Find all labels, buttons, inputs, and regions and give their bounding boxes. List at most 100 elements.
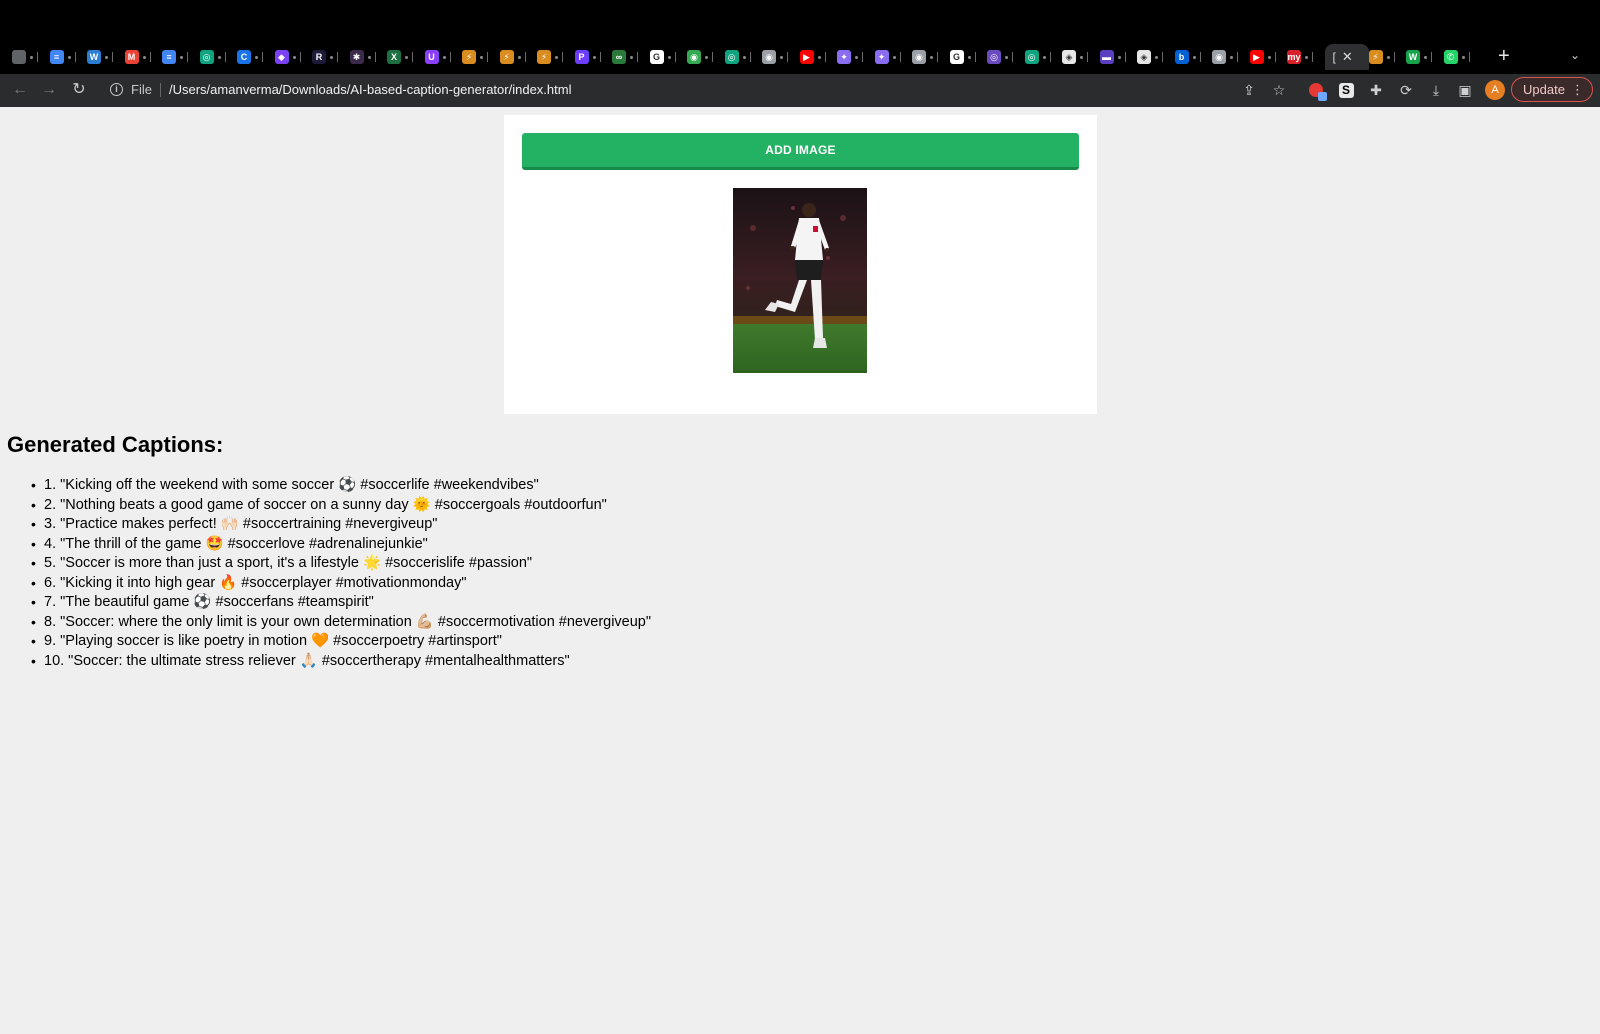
add-image-button[interactable]: ADD IMAGE: [522, 133, 1079, 170]
browser-tab-18[interactable]: ◉: [687, 44, 725, 70]
tab-separator: [937, 52, 938, 62]
browser-tab-14[interactable]: ⚡: [537, 44, 575, 70]
gemini-icon: ✦: [837, 50, 851, 64]
browser-tab-9[interactable]: ✱: [349, 44, 388, 70]
caption-item: 1. "Kicking off the weekend with some so…: [31, 476, 651, 496]
browser-toolbar: ← → ↻ i File /Users/amanverma/Downloads/…: [0, 74, 1600, 107]
side-panel-icon[interactable]: ▣: [1456, 81, 1474, 99]
forward-arrow-icon[interactable]: →: [40, 81, 58, 99]
back-arrow-icon[interactable]: ←: [11, 81, 29, 99]
browser-tab-3[interactable]: M: [124, 44, 163, 70]
tab-indicator: [817, 55, 821, 59]
tab-indicator: [142, 55, 146, 59]
browser-tab-22[interactable]: ✦: [837, 44, 875, 70]
browser-tab-16[interactable]: ∞: [612, 44, 650, 70]
browser-chrome: ≡ W M ≡ ◎ C ◆ R ✱ X U ⚡ ⚡ ⚡ P ∞ G ◉ ◎ ◉ ▶ ✦ ✦ ◉ G ◎ ◎ ◈ ▬ ◈ b ◉ ▶ my[✕ ⚡ W ✆…: [0, 0, 1600, 107]
browser-tab-1[interactable]: ≡: [49, 44, 88, 70]
extensions-puzzle-icon[interactable]: ✚: [1367, 81, 1385, 99]
browser-tab-20[interactable]: ◉: [762, 44, 800, 70]
download-icon[interactable]: ⤓: [1427, 81, 1445, 99]
browser-tab-34[interactable]: my: [1287, 44, 1325, 70]
browser-tab-21[interactable]: ▶: [799, 44, 838, 70]
browser-tab-28[interactable]: ◈: [1062, 44, 1100, 70]
browser-tab-29[interactable]: ▬: [1099, 44, 1138, 70]
url-separator: [160, 83, 161, 97]
tab-separator: [824, 52, 826, 62]
browser-tab-after-1[interactable]: W: [1406, 44, 1444, 70]
share-icon[interactable]: ⇪: [1240, 81, 1258, 99]
tab-indicator: [217, 55, 221, 59]
u-icon: U: [424, 50, 439, 64]
caption-item: 8. "Soccer: where the only limit is your…: [31, 613, 651, 633]
browser-tab-32[interactable]: ◉: [1212, 44, 1250, 70]
browser-tab-5[interactable]: ◎: [199, 44, 238, 70]
more-menu-icon[interactable]: ⋮: [1571, 78, 1584, 101]
tab-separator: [1274, 52, 1276, 62]
extension-red-icon[interactable]: [1307, 81, 1327, 101]
tab-indicator: [105, 55, 108, 59]
tab-indicator: [30, 55, 33, 59]
tab-indicator: [255, 55, 258, 59]
browser-tab-19[interactable]: ◎: [724, 44, 763, 70]
close-tab-icon[interactable]: ✕: [1342, 49, 1353, 65]
tab-indicator: [742, 55, 746, 59]
tab-separator: [37, 52, 38, 62]
tab-indicator: [1192, 55, 1196, 59]
browser-tab-active[interactable]: [✕: [1324, 44, 1369, 70]
browser-tab-10[interactable]: X: [387, 44, 425, 70]
extension-s-icon[interactable]: S: [1337, 81, 1355, 99]
tab-indicator: [1424, 55, 1427, 59]
browser-tab-8[interactable]: R: [312, 44, 350, 70]
browser-tab-15[interactable]: P: [574, 44, 613, 70]
bookmark-star-icon[interactable]: ☆: [1270, 81, 1288, 99]
infinity-icon: ∞: [612, 50, 626, 64]
caption-item: 2. "Nothing beats a good game of soccer …: [31, 496, 651, 516]
tab-separator: [1237, 52, 1238, 62]
tab-separator: [787, 52, 788, 62]
browser-tab-17[interactable]: G: [649, 44, 688, 70]
slack-icon: ✱: [349, 50, 364, 64]
browser-tab-26[interactable]: ◎: [987, 44, 1025, 70]
tab-search-button[interactable]: ⌄: [1570, 48, 1580, 62]
sync-extension-icon[interactable]: ⟳: [1397, 81, 1415, 99]
browser-tab-13[interactable]: ⚡: [499, 44, 538, 70]
tab-indicator: [780, 55, 783, 59]
chatgpt-icon: ◎: [199, 50, 214, 64]
tab-separator: [1431, 52, 1432, 62]
excel-icon: X: [387, 50, 401, 64]
browser-tab-11[interactable]: U: [424, 44, 463, 70]
browser-tab-after-0[interactable]: ⚡: [1368, 44, 1407, 70]
update-button[interactable]: Update ⋮: [1511, 77, 1593, 102]
tab-separator: [299, 52, 301, 62]
tab-indicator: [892, 55, 896, 59]
browser-tab-4[interactable]: ≡: [162, 44, 200, 70]
browser-tab-23[interactable]: ✦: [874, 44, 913, 70]
browser-tab-7[interactable]: ◆: [274, 44, 313, 70]
profile-avatar[interactable]: A: [1485, 80, 1505, 100]
browser-tab-33[interactable]: ▶: [1249, 44, 1288, 70]
chrome-icon: [12, 50, 26, 64]
reload-icon[interactable]: ↻: [70, 81, 88, 99]
new-tab-button[interactable]: +: [1498, 46, 1510, 66]
tab-separator: [899, 52, 901, 62]
tab-separator: [1124, 52, 1126, 62]
browser-tab-0[interactable]: [12, 44, 50, 70]
browser-tab-31[interactable]: b: [1174, 44, 1213, 70]
tab-indicator: [67, 55, 71, 59]
upload-card: ADD IMAGE: [504, 115, 1097, 414]
browser-tab-after-2[interactable]: ✆: [1443, 44, 1482, 70]
google-icon: G: [649, 50, 664, 64]
browser-tab-6[interactable]: C: [237, 44, 275, 70]
tab-separator: [224, 52, 226, 62]
browser-tab-2[interactable]: W: [87, 44, 125, 70]
address-bar[interactable]: /Users/amanverma/Downloads/AI-based-capt…: [169, 82, 571, 97]
browser-tab-24[interactable]: ◉: [912, 44, 950, 70]
site-info-icon[interactable]: i: [110, 83, 123, 96]
tab-indicator: [1005, 55, 1008, 59]
browser-tab-30[interactable]: ◈: [1137, 44, 1175, 70]
tab-indicator: [330, 55, 333, 59]
tab-indicator: [1155, 55, 1158, 59]
browser-tab-12[interactable]: ⚡: [462, 44, 500, 70]
browser-tab-27[interactable]: ◎: [1024, 44, 1063, 70]
browser-tab-25[interactable]: G: [949, 44, 988, 70]
